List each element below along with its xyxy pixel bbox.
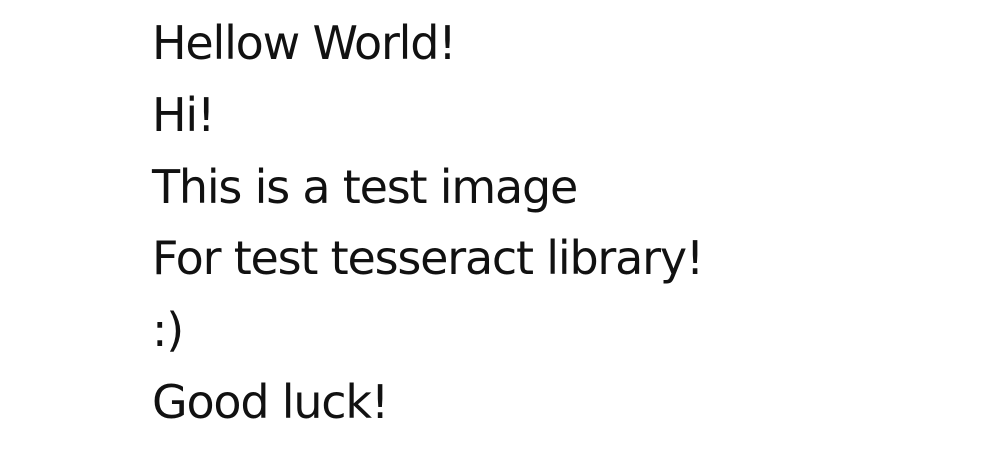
document-text-block: Hellow World! Hi! This is a test image F…	[152, 8, 704, 439]
line-greeting-hellow-world: Hellow World!	[152, 16, 457, 70]
line-smiley: :)	[152, 303, 184, 358]
line-test-image: This is a test image	[152, 159, 578, 214]
line-tesseract-library: For test tesseract library!	[152, 231, 704, 286]
line-hi: Hi!	[152, 87, 215, 142]
line-good-luck: Good luck!	[152, 374, 389, 429]
